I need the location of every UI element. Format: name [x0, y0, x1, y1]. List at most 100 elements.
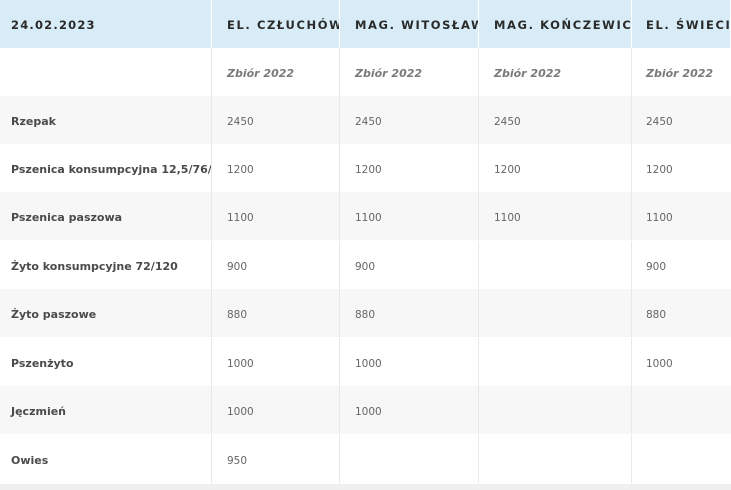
price-cell: 950	[212, 435, 340, 483]
row-name-cell: Pszenica paszowa	[0, 192, 212, 240]
crop-name: Żyto konsumpcyjne 72/120	[11, 260, 178, 273]
table-row: Owies 950	[0, 435, 731, 483]
price-cell: 1100	[212, 192, 340, 240]
price-value: 880	[646, 309, 667, 321]
header-column-label: MAG. KOŃCZEWICE	[494, 18, 632, 32]
price-cell: 1000	[340, 338, 479, 386]
subheader-row: Zbiór 2022 Zbiór 2022 Zbiór 2022 Zbiór 2…	[0, 48, 731, 96]
price-value: 900	[227, 261, 248, 273]
crop-name: Pszenica konsumpcyjna 12,5/76/250	[11, 163, 212, 176]
subheader-empty-cell	[0, 48, 212, 96]
price-value: 1100	[646, 212, 673, 224]
crop-name: Pszenica paszowa	[11, 211, 123, 224]
header-column-label: MAG. WITOSŁAW	[355, 18, 479, 32]
table-row: Jęczmień 1000 1000	[0, 386, 731, 434]
price-value: 900	[646, 261, 667, 273]
table-header-row: 24.02.2023 EL. CZŁUCHÓW MAG. WITOSŁAW MA…	[0, 0, 731, 48]
price-value: 1200	[355, 164, 382, 176]
table-bottom-divider	[0, 484, 731, 490]
price-value: 1100	[227, 212, 254, 224]
header-column-konczewice: MAG. KOŃCZEWICE	[479, 0, 632, 48]
price-cell: 880	[212, 289, 340, 337]
crop-name: Żyto paszowe	[11, 308, 97, 321]
price-cell: 880	[632, 289, 731, 337]
price-cell: 1200	[212, 144, 340, 192]
header-column-czluchow: EL. CZŁUCHÓW	[212, 0, 340, 48]
header-date-cell: 24.02.2023	[0, 0, 212, 48]
header-date: 24.02.2023	[11, 18, 96, 32]
price-value: 2450	[646, 116, 673, 128]
subheader-cell: Zbiór 2022	[340, 48, 479, 96]
crop-name: Pszenżyto	[11, 357, 74, 370]
row-name-cell: Pszenżyto	[0, 338, 212, 386]
price-value: 1000	[355, 358, 382, 370]
price-cell: 2450	[479, 96, 632, 144]
table-row: Pszenżyto 1000 1000 1000	[0, 338, 731, 386]
price-cell: 1200	[479, 144, 632, 192]
table-row: Żyto paszowe 880 880 880	[0, 289, 731, 337]
price-value: 1000	[227, 358, 254, 370]
price-value: 1000	[227, 406, 254, 418]
price-cell: 2450	[212, 96, 340, 144]
subheader-cell: Zbiór 2022	[212, 48, 340, 96]
price-value: 2450	[355, 116, 382, 128]
crop-name: Jęczmień	[11, 405, 66, 418]
header-column-label: EL. ŚWIECIE	[646, 18, 731, 32]
price-cell: 880	[340, 289, 479, 337]
price-cell: 1000	[212, 386, 340, 434]
row-name-cell: Pszenica konsumpcyjna 12,5/76/250	[0, 144, 212, 192]
price-value: 1000	[355, 406, 382, 418]
price-cell	[479, 435, 632, 483]
price-cell: 1200	[340, 144, 479, 192]
harvest-year-label: Zbiór 2022	[355, 67, 423, 80]
price-cell: 2450	[340, 96, 479, 144]
price-value: 1000	[646, 358, 673, 370]
price-cell: 1000	[212, 338, 340, 386]
price-cell: 2450	[632, 96, 731, 144]
harvest-year-label: Zbiór 2022	[227, 67, 295, 80]
header-column-swiecie: EL. ŚWIECIE	[632, 0, 731, 48]
subheader-cell: Zbiór 2022	[632, 48, 731, 96]
price-cell: 1200	[632, 144, 731, 192]
table-row: Pszenica konsumpcyjna 12,5/76/250 1200 1…	[0, 144, 731, 192]
header-column-witoslaw: MAG. WITOSŁAW	[340, 0, 479, 48]
price-cell: 900	[212, 241, 340, 289]
crop-name: Owies	[11, 454, 49, 467]
price-value: 950	[227, 455, 248, 467]
price-cell: 1100	[632, 192, 731, 240]
price-value: 2450	[227, 116, 254, 128]
price-cell: 1000	[632, 338, 731, 386]
price-cell	[479, 289, 632, 337]
price-cell	[632, 386, 731, 434]
price-value: 880	[227, 309, 248, 321]
price-cell	[632, 435, 731, 483]
price-cell: 1000	[340, 386, 479, 434]
table-row: Pszenica paszowa 1100 1100 1100 1100	[0, 192, 731, 240]
table-row: Żyto konsumpcyjne 72/120 900 900 900	[0, 241, 731, 289]
row-name-cell: Jęczmień	[0, 386, 212, 434]
price-value: 1200	[227, 164, 254, 176]
price-value: 900	[355, 261, 376, 273]
price-cell	[479, 386, 632, 434]
row-name-cell: Rzepak	[0, 96, 212, 144]
price-value: 1100	[494, 212, 521, 224]
price-cell: 900	[340, 241, 479, 289]
row-name-cell: Żyto paszowe	[0, 289, 212, 337]
price-value: 2450	[494, 116, 521, 128]
row-name-cell: Żyto konsumpcyjne 72/120	[0, 241, 212, 289]
price-cell	[479, 241, 632, 289]
price-cell	[340, 435, 479, 483]
price-value: 1200	[494, 164, 521, 176]
harvest-year-label: Zbiór 2022	[646, 67, 714, 80]
price-cell: 900	[632, 241, 731, 289]
price-value: 880	[355, 309, 376, 321]
row-name-cell: Owies	[0, 435, 212, 483]
crop-name: Rzepak	[11, 115, 56, 128]
price-cell	[479, 338, 632, 386]
header-column-label: EL. CZŁUCHÓW	[227, 18, 340, 32]
price-cell: 1100	[340, 192, 479, 240]
table-row: Rzepak 2450 2450 2450 2450	[0, 96, 731, 144]
price-table: 24.02.2023 EL. CZŁUCHÓW MAG. WITOSŁAW MA…	[0, 0, 731, 490]
price-cell: 1100	[479, 192, 632, 240]
price-value: 1200	[646, 164, 673, 176]
